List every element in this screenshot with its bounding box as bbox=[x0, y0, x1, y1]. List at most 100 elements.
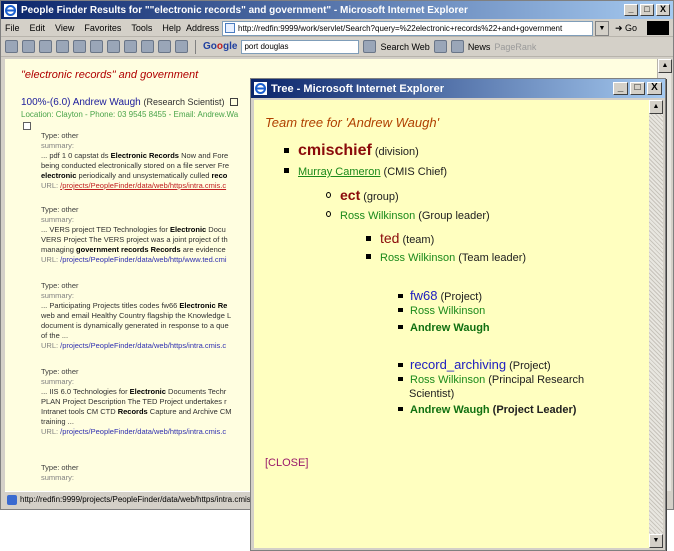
team-leader-name[interactable]: Ross Wilkinson bbox=[380, 252, 455, 264]
person-location: Location: Clayton - Phone: 03 9545 8455 … bbox=[21, 110, 239, 119]
close-tree-link[interactable]: [CLOSE] bbox=[265, 457, 308, 469]
project1-type: (Project) bbox=[440, 291, 483, 303]
project2-member2-name[interactable]: Andrew Waugh bbox=[410, 404, 490, 416]
team-type: (team) bbox=[402, 234, 435, 246]
status-bar: http://redfin:9999/projects/PeopleFinder… bbox=[5, 491, 253, 507]
search-web-button[interactable]: Search Web bbox=[380, 42, 429, 52]
tree-maximize-button[interactable]: □ bbox=[630, 82, 645, 95]
refresh-icon[interactable] bbox=[56, 40, 69, 53]
page-icon bbox=[225, 23, 236, 33]
person-role: (Research Scientist) bbox=[143, 97, 225, 107]
google-search-input[interactable]: port douglas bbox=[241, 39, 360, 54]
stop-icon[interactable] bbox=[39, 40, 52, 53]
group-type: (group) bbox=[363, 191, 399, 203]
project2-member1-name[interactable]: Ross Wilkinson bbox=[410, 374, 485, 386]
tree-toggle-icon[interactable] bbox=[23, 122, 31, 130]
mail-icon[interactable] bbox=[141, 40, 154, 53]
group-name[interactable]: ect bbox=[340, 187, 360, 203]
news-button[interactable]: News bbox=[468, 42, 491, 52]
tree-title-bar[interactable]: Tree - Microsoft Internet Explorer _ □ X bbox=[251, 79, 665, 98]
query-title: "electronic records" and government bbox=[21, 69, 199, 81]
menu-favorites[interactable]: Favorites bbox=[84, 23, 121, 33]
hit-url-link[interactable]: /projects/PeopleFinder/data/web/https/in… bbox=[60, 427, 226, 436]
tree-node-role-continuation: Scientist) bbox=[409, 388, 454, 400]
forward-icon[interactable] bbox=[22, 40, 35, 53]
menu-tools[interactable]: Tools bbox=[131, 23, 152, 33]
page-status-icon bbox=[7, 494, 17, 505]
project2-member2-role: (Project Leader) bbox=[492, 404, 577, 416]
search-icon[interactable] bbox=[90, 40, 103, 53]
project1-member2-name[interactable]: Andrew Waugh bbox=[410, 322, 490, 334]
maximize-button[interactable]: □ bbox=[640, 4, 654, 16]
search-site-icon[interactable] bbox=[433, 40, 447, 53]
desktop: People Finder Results for ""electronic r… bbox=[0, 0, 674, 551]
project1-member1-name[interactable]: Ross Wilkinson bbox=[410, 305, 485, 317]
chief-name-link[interactable]: Murray Cameron bbox=[298, 166, 381, 178]
project2-member1-role-cont: Scientist) bbox=[409, 388, 455, 400]
tree-node-group: ect (group) bbox=[326, 187, 399, 203]
internet-explorer-icon bbox=[4, 3, 17, 17]
go-label: Go bbox=[624, 22, 637, 33]
address-dropdown-button[interactable]: ▼ bbox=[594, 20, 609, 36]
tree-scroll-down-arrow[interactable]: ▼ bbox=[649, 534, 663, 548]
tree-minimize-button[interactable]: _ bbox=[613, 82, 628, 95]
toolbar-separator bbox=[195, 39, 196, 54]
tree-scroll-up-arrow[interactable]: ▲ bbox=[649, 100, 663, 114]
tree-vertical-scrollbar[interactable]: ▲ ▼ bbox=[649, 100, 663, 548]
person-result-header: 100%-(6.0) Andrew Waugh (Research Scient… bbox=[21, 97, 239, 108]
tree-node-project1-member: Andrew Waugh bbox=[398, 322, 493, 334]
team-name[interactable]: ted bbox=[380, 230, 399, 246]
project1-name[interactable]: fw68 bbox=[410, 288, 437, 303]
main-title-bar[interactable]: People Finder Results for ""electronic r… bbox=[1, 1, 673, 19]
square-bullet-icon bbox=[398, 325, 403, 329]
print-icon[interactable] bbox=[158, 40, 171, 53]
square-bullet-icon bbox=[398, 294, 403, 298]
tree-node-project-record-archiving: record_archiving (Project) bbox=[398, 357, 551, 372]
square-bullet-icon bbox=[398, 363, 403, 367]
team-leader-role: (Team leader) bbox=[458, 252, 527, 264]
expand-icon[interactable] bbox=[230, 98, 239, 107]
hit-url-link[interactable]: /projects/PeopleFinder/data/web/http/www… bbox=[60, 255, 226, 264]
person-score: 100%-(6.0) bbox=[21, 97, 71, 108]
pagerank-button[interactable]: PageRank bbox=[494, 42, 536, 52]
tree-window-title: Tree - Microsoft Internet Explorer bbox=[271, 82, 444, 95]
chief-role: (CMIS Chief) bbox=[383, 166, 448, 178]
edit-icon[interactable] bbox=[175, 40, 188, 53]
hit-url-link[interactable]: /projects/PeopleFinder/data/web/https/in… bbox=[60, 341, 226, 350]
home-icon[interactable] bbox=[73, 40, 86, 53]
group-leader-name[interactable]: Ross Wilkinson bbox=[340, 210, 415, 222]
history-icon[interactable] bbox=[124, 40, 137, 53]
menu-view[interactable]: View bbox=[55, 23, 74, 33]
group-leader-role: (Group leader) bbox=[418, 210, 490, 222]
scroll-up-arrow[interactable]: ▲ bbox=[658, 59, 672, 73]
news-icon[interactable] bbox=[450, 40, 464, 53]
back-icon[interactable] bbox=[5, 40, 18, 53]
main-window-controls: _ □ X bbox=[624, 4, 670, 16]
address-input[interactable]: http://redfin:9999/work/servlet/Search?q… bbox=[222, 20, 593, 36]
favorites-icon[interactable] bbox=[107, 40, 120, 53]
team-tree-page: Team tree for 'Andrew Waugh' cmischief (… bbox=[254, 100, 649, 548]
go-button[interactable]: ➜ Go bbox=[615, 23, 637, 34]
tree-node-project1-member: Ross Wilkinson bbox=[398, 305, 488, 317]
tree-node-group-leader: Ross Wilkinson (Group leader) bbox=[326, 210, 490, 222]
circle-bullet-icon bbox=[326, 211, 331, 217]
internet-explorer-icon bbox=[254, 82, 267, 95]
hit-url-link[interactable]: /projects/PeopleFinder/data/web/https/in… bbox=[60, 181, 226, 190]
search-web-icon[interactable] bbox=[363, 40, 377, 53]
minimize-button[interactable]: _ bbox=[624, 4, 638, 16]
status-url: http://redfin:9999/projects/PeopleFinder… bbox=[20, 495, 253, 504]
menu-file[interactable]: File bbox=[5, 23, 20, 33]
circle-bullet-icon bbox=[326, 192, 331, 198]
tree-close-button[interactable]: X bbox=[647, 82, 662, 95]
tree-node-project2-member: Andrew Waugh (Project Leader) bbox=[398, 404, 576, 416]
project2-name[interactable]: record_archiving bbox=[410, 357, 506, 372]
menu-help[interactable]: Help bbox=[162, 23, 181, 33]
close-button[interactable]: X bbox=[656, 4, 670, 16]
square-bullet-icon bbox=[366, 236, 371, 241]
square-bullet-icon bbox=[366, 254, 371, 259]
square-bullet-icon bbox=[398, 377, 403, 381]
main-window-title: People Finder Results for ""electronic r… bbox=[21, 4, 468, 16]
menu-edit[interactable]: Edit bbox=[30, 23, 46, 33]
division-name[interactable]: cmischief bbox=[298, 142, 372, 160]
person-name-link[interactable]: Andrew Waugh bbox=[73, 97, 141, 108]
